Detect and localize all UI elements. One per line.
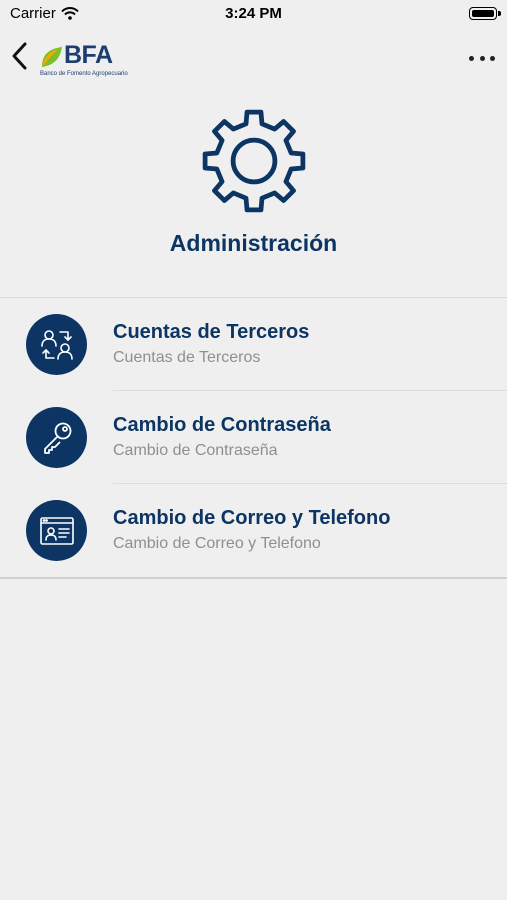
more-options-button[interactable] [469, 48, 495, 68]
menu-item-title: Cambio de Contraseña [113, 414, 331, 436]
gear-icon [202, 109, 306, 213]
logo-subtitle: Banco de Fomento Agropecuario [40, 71, 128, 77]
menu-item-subtitle: Cambio de Contraseña [113, 442, 278, 459]
key-icon [26, 407, 87, 468]
back-button[interactable] [8, 40, 32, 72]
chevron-left-icon [12, 42, 27, 70]
dot-icon [490, 55, 495, 61]
bfa-logo: BFA Banco de Fomento Agropecuario [40, 41, 130, 82]
dot-icon [479, 55, 485, 61]
transfer-users-icon [26, 314, 87, 375]
menu-item-title: Cambio de Correo y Telefono [113, 507, 391, 529]
profile-card-icon [26, 500, 87, 561]
page-title: Administración [169, 230, 338, 256]
battery-icon [469, 7, 501, 20]
menu-item-subtitle: Cambio de Correo y Telefono [113, 535, 321, 552]
nav-bar: BFA Banco de Fomento Agropecuario [0, 30, 507, 86]
logo-text: BFA [64, 41, 113, 69]
menu-item-change-password[interactable]: Cambio de Contraseña Cambio de Contraseñ… [0, 391, 507, 484]
status-time: 3:24 PM [225, 5, 282, 22]
menu-item-title: Cuentas de Terceros [113, 321, 310, 343]
menu-list: Cuentas de Terceros Cuentas de Terceros … [0, 297, 507, 579]
menu-item-change-email-phone[interactable]: Cambio de Correo y Telefono Cambio de Co… [0, 484, 507, 577]
status-bar: Carrier 3:24 PM [0, 0, 507, 28]
dot-icon [469, 55, 474, 61]
menu-item-subtitle: Cuentas de Terceros [113, 349, 261, 366]
leaf-logo-icon [42, 47, 62, 67]
menu-item-third-party-accounts[interactable]: Cuentas de Terceros Cuentas de Terceros [0, 298, 507, 391]
